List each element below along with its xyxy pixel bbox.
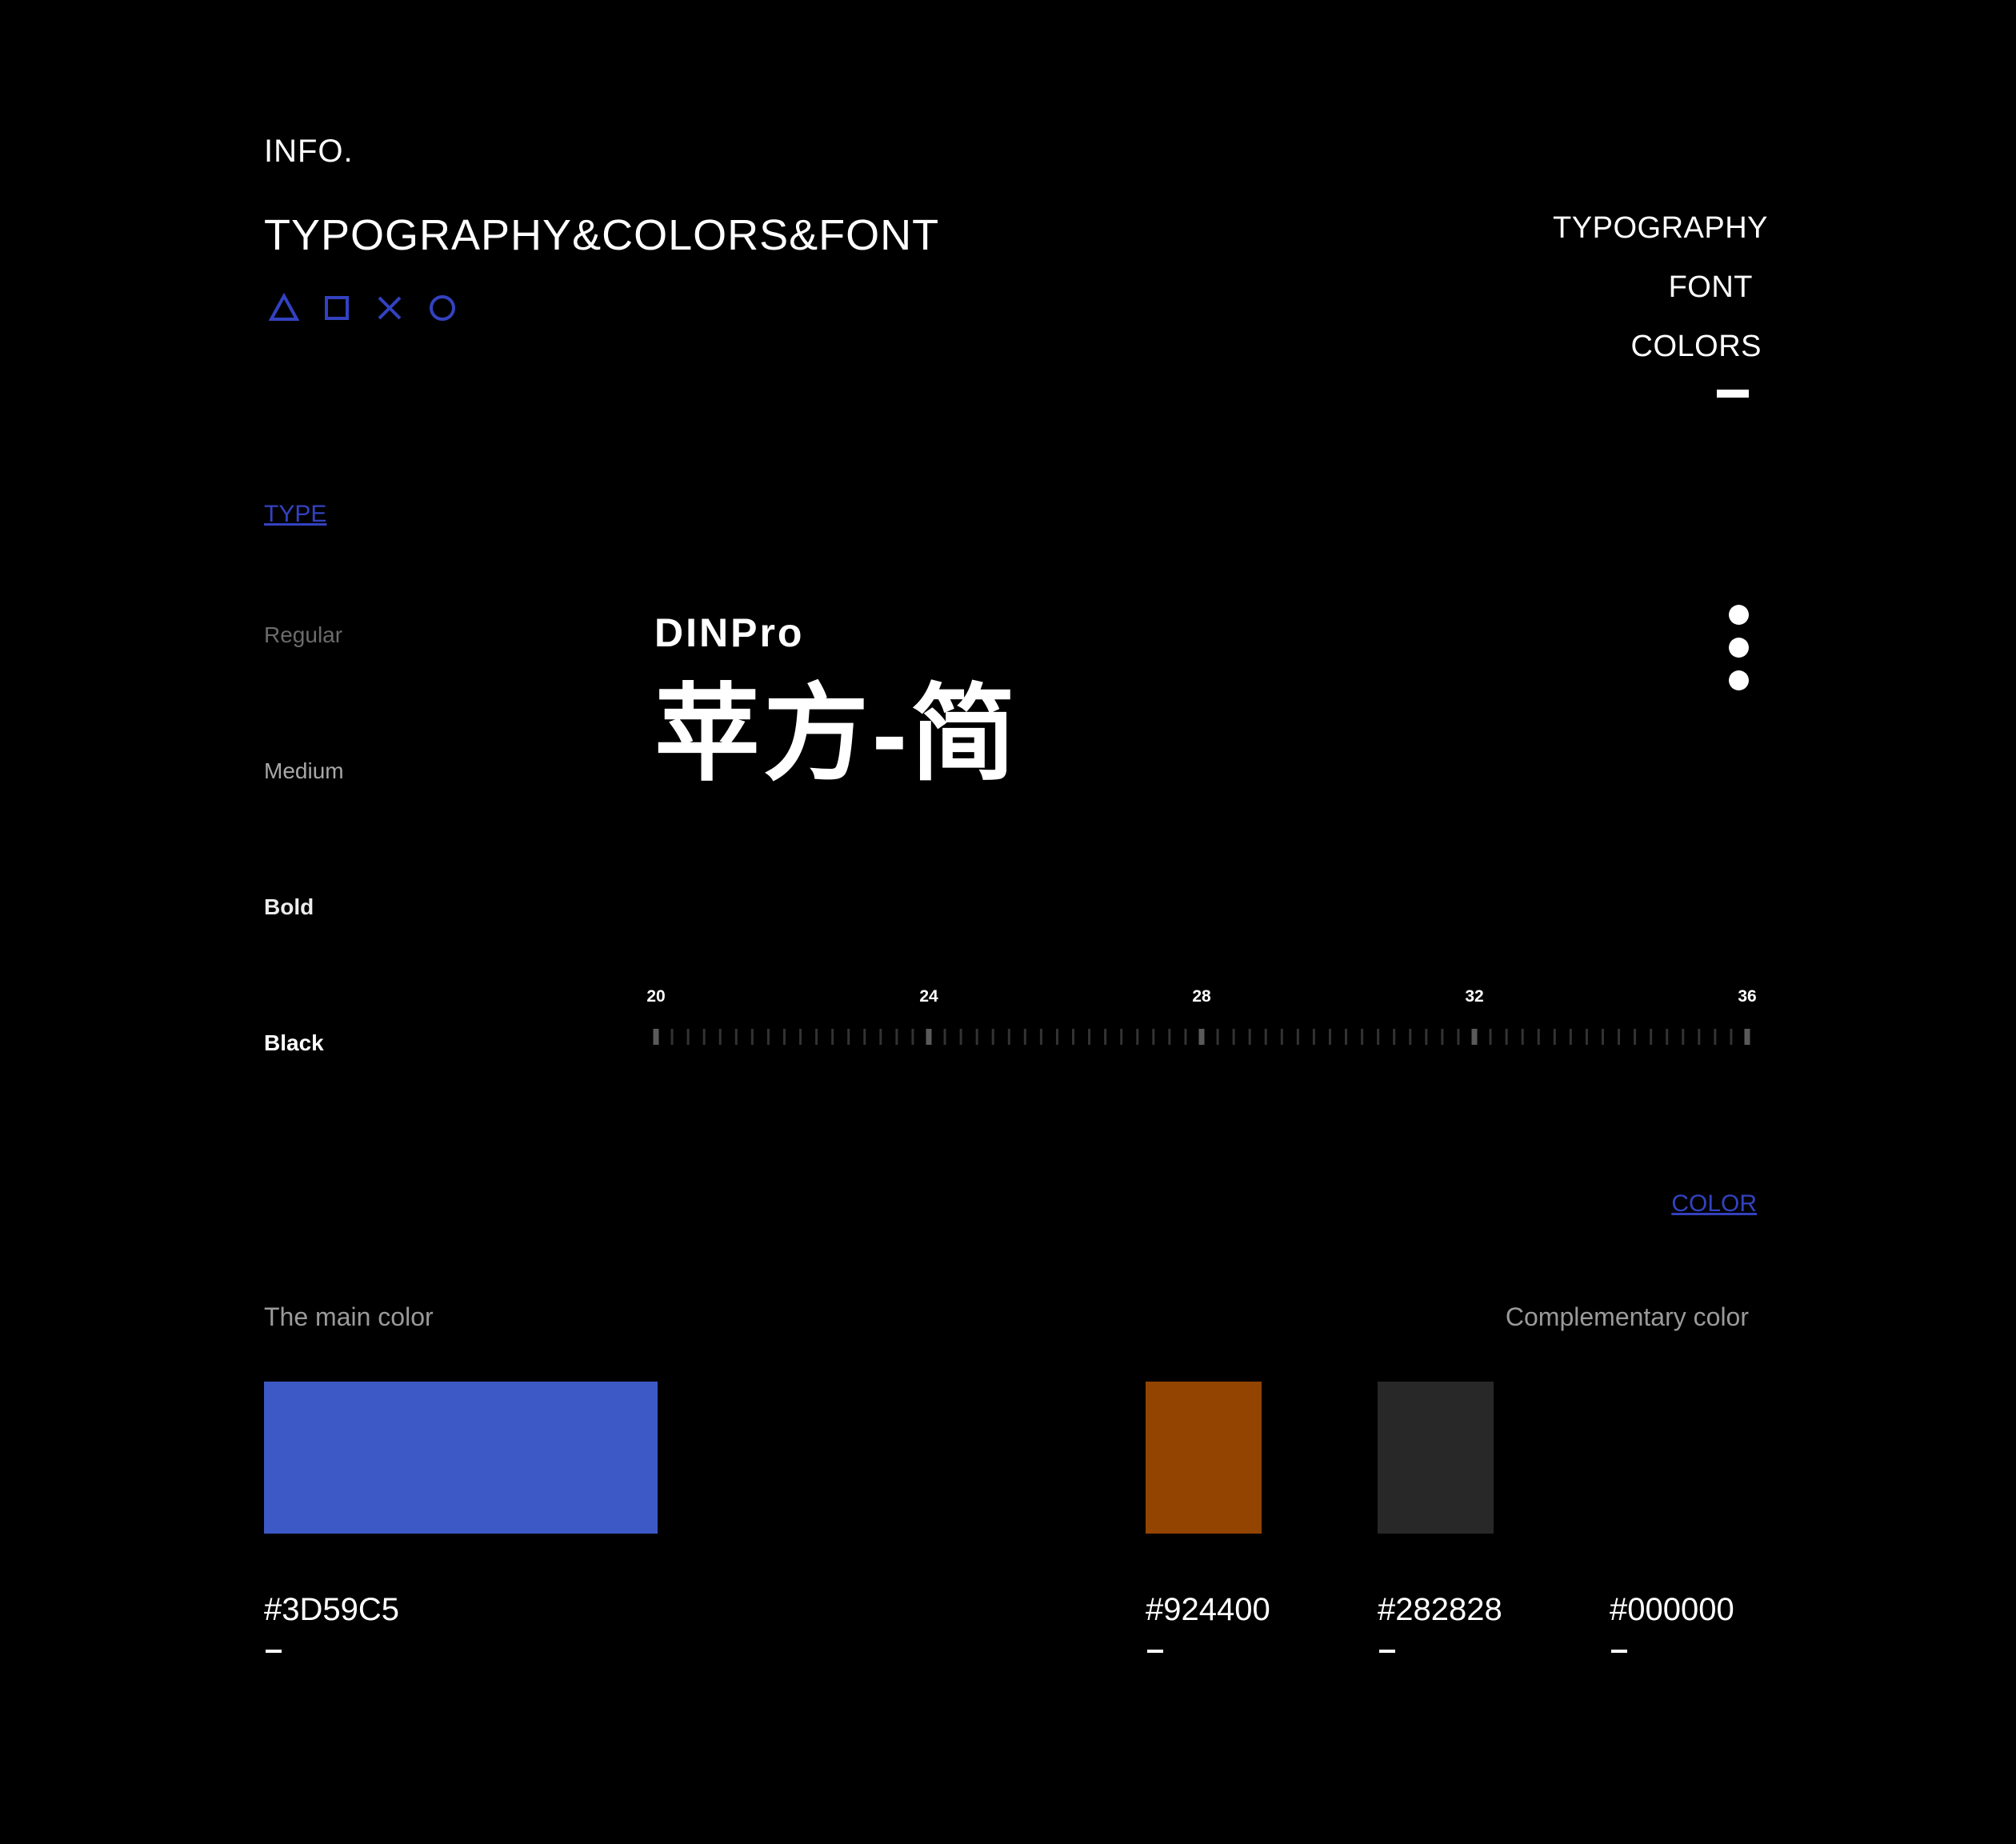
square-icon: [325, 296, 349, 320]
shape-icons: [269, 293, 458, 323]
weight-bold[interactable]: Bold: [264, 894, 314, 920]
complementary-swatch-3: [1610, 1382, 1726, 1534]
complementary-dash-1: [1147, 1650, 1163, 1653]
main-color-dash: [266, 1650, 282, 1653]
main-color-swatch: [264, 1382, 658, 1534]
type-link[interactable]: TYPE: [264, 501, 326, 528]
cross-icon: [378, 296, 402, 320]
page-title: TYPOGRAPHY&COLORS&FONT: [264, 211, 940, 259]
font-sample-cn: 苹方-简: [654, 675, 1019, 793]
complementary-hex-2: #282828: [1378, 1592, 1502, 1627]
main-color-hex: #3D59C5: [264, 1592, 400, 1627]
weight-black[interactable]: Black: [264, 1030, 324, 1056]
more-vertical-icon[interactable]: [1729, 605, 1749, 690]
complementary-color-heading: Complementary color: [1505, 1302, 1749, 1331]
color-link[interactable]: COLOR: [1671, 1190, 1757, 1218]
menu-dot: [1729, 638, 1749, 658]
main-color-heading: The main color: [264, 1302, 434, 1331]
weight-regular[interactable]: Regular: [264, 622, 342, 648]
ruler-label: 36: [1738, 987, 1756, 1006]
menu-dot: [1729, 605, 1749, 625]
complementary-hex-3: #000000: [1610, 1592, 1734, 1627]
ruler-label: 24: [919, 987, 938, 1006]
font-name: DINPro: [654, 610, 805, 655]
menu-dot: [1729, 670, 1749, 690]
complementary-hex-1: #924400: [1146, 1592, 1270, 1627]
complementary-swatch-1: [1146, 1382, 1262, 1534]
triangle-icon: [269, 293, 299, 321]
nav-item-colors[interactable]: COLORS: [1631, 330, 1762, 364]
size-ruler[interactable]: 20 24 28 32 36: [646, 984, 1760, 1048]
ruler-label: 32: [1465, 987, 1483, 1006]
eyebrow-label: INFO.: [264, 134, 354, 169]
nav-item-font[interactable]: FONT: [1669, 270, 1753, 305]
complementary-dash-3: [1611, 1650, 1627, 1653]
nav-active-indicator: [1717, 390, 1749, 398]
size-ruler-svg: 20 24 28 32 36: [646, 987, 1757, 1045]
weight-medium[interactable]: Medium: [264, 758, 344, 784]
complementary-swatch-2: [1378, 1382, 1494, 1534]
complementary-dash-2: [1379, 1650, 1395, 1653]
ruler-label: 28: [1192, 987, 1211, 1006]
ruler-label: 20: [646, 987, 665, 1006]
circle-icon: [430, 295, 455, 321]
nav-item-typography[interactable]: TYPOGRAPHY: [1553, 211, 1768, 246]
